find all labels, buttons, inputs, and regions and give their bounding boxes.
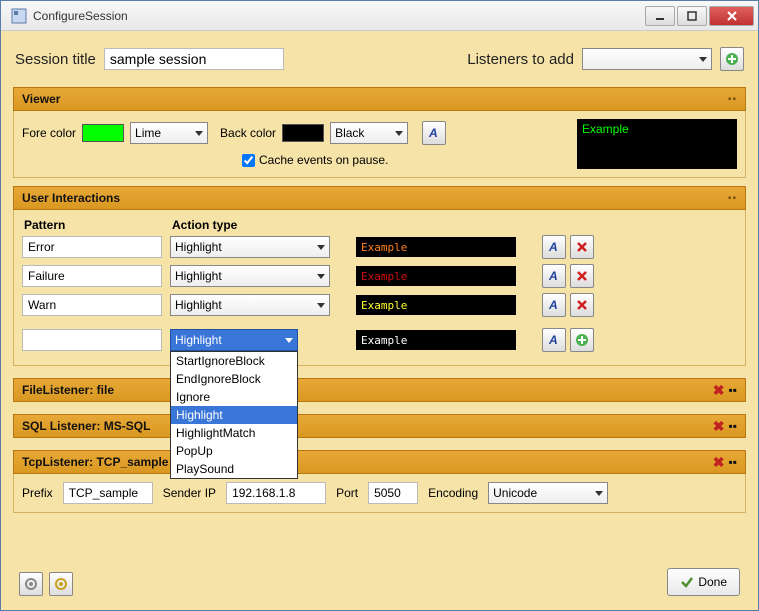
pattern-input[interactable] — [22, 329, 162, 351]
dropdown-option[interactable]: PopUp — [171, 442, 297, 460]
svg-text:A: A — [548, 298, 558, 312]
table-row: Highlight Example A — [22, 264, 737, 288]
column-pattern: Pattern — [24, 218, 164, 232]
delete-button[interactable] — [570, 264, 594, 288]
dropdown-option[interactable]: Highlight — [171, 406, 297, 424]
column-action-type: Action type — [172, 218, 332, 232]
session-title-label: Session title — [15, 51, 96, 68]
dropdown-option[interactable]: Ignore — [171, 388, 297, 406]
delete-listener-icon[interactable]: ✖ — [713, 418, 725, 435]
settings-button-2[interactable] — [49, 572, 73, 596]
svg-text:A: A — [428, 126, 438, 140]
listeners-dropdown[interactable] — [582, 48, 712, 70]
add-listener-button[interactable] — [720, 47, 744, 71]
example-preview: Example — [356, 330, 516, 350]
viewer-preview: Example — [577, 119, 737, 169]
listeners-to-add-label: Listeners to add — [467, 51, 574, 68]
sql-listener-header[interactable]: SQL Listener: MS-SQL ✖▪▪ — [13, 414, 746, 438]
user-interactions-panel: apFiles User Interactions ▪▪ Pattern Act… — [13, 186, 746, 366]
font-button[interactable]: A — [542, 293, 566, 317]
window: ConfigureSession Session title Listeners… — [0, 0, 759, 611]
file-listener-header[interactable]: FileListener: file ✖▪▪ — [13, 378, 746, 402]
cache-events-label: Cache events on pause. — [259, 153, 388, 167]
svg-text:A: A — [548, 269, 558, 283]
font-button[interactable]: A — [542, 264, 566, 288]
bottom-icons — [19, 572, 73, 596]
font-button[interactable]: A — [542, 328, 566, 352]
action-type-dropdown[interactable]: Highlight — [170, 265, 330, 287]
encoding-dropdown[interactable]: Unicode — [488, 482, 608, 504]
done-button[interactable]: Done — [667, 568, 740, 596]
close-button[interactable] — [709, 6, 754, 26]
back-color-label: Back color — [220, 126, 276, 140]
fore-color-swatch — [82, 124, 124, 142]
new-row: Highlight StartIgnoreBlock EndIgnoreBloc… — [22, 328, 737, 352]
pattern-input[interactable] — [22, 265, 162, 287]
titlebar: ConfigureSession — [1, 1, 758, 31]
viewer-panel: Viewer ▪▪ Fore color Lime Back color Bla… — [13, 87, 746, 178]
pattern-input[interactable] — [22, 294, 162, 316]
expand-icon[interactable]: ▪▪ — [728, 383, 737, 397]
dropdown-option[interactable]: EndIgnoreBlock — [171, 370, 297, 388]
window-title: ConfigureSession — [33, 9, 645, 23]
example-preview: Example — [356, 266, 516, 286]
example-preview: Example — [356, 237, 516, 257]
prefix-input[interactable] — [63, 482, 153, 504]
expand-icon[interactable]: ▪▪ — [728, 94, 737, 105]
client-area: Session title Listeners to add Viewer ▪▪… — [1, 31, 758, 610]
top-row: Session title Listeners to add — [13, 43, 746, 79]
cache-events-checkbox[interactable] — [242, 154, 255, 167]
pattern-input[interactable] — [22, 236, 162, 258]
action-type-dropdown[interactable]: Highlight — [170, 236, 330, 258]
session-title-input[interactable] — [104, 48, 284, 70]
fore-color-dropdown[interactable]: Lime — [130, 122, 208, 144]
delete-button[interactable] — [570, 235, 594, 259]
table-row: Highlight Example A — [22, 293, 737, 317]
font-button[interactable]: A — [422, 121, 446, 145]
port-input[interactable] — [368, 482, 418, 504]
delete-listener-icon[interactable]: ✖ — [713, 454, 725, 471]
action-type-dropdown[interactable]: Highlight — [170, 294, 330, 316]
fore-color-label: Fore color — [22, 126, 76, 140]
back-color-swatch — [282, 124, 324, 142]
font-button[interactable]: A — [542, 235, 566, 259]
delete-listener-icon[interactable]: ✖ — [713, 382, 725, 399]
tcp-listener-header[interactable]: TcpListener: TCP_sample ✖▪▪ — [13, 450, 746, 474]
window-controls — [645, 6, 754, 26]
back-color-dropdown[interactable]: Black — [330, 122, 408, 144]
prefix-label: Prefix — [22, 486, 53, 500]
action-type-dropdown-open[interactable]: Highlight — [170, 329, 298, 351]
table-row: Highlight Example A — [22, 235, 737, 259]
check-icon — [680, 575, 694, 589]
action-type-dropdown-list: StartIgnoreBlock EndIgnoreBlock Ignore H… — [170, 351, 298, 479]
port-label: Port — [336, 486, 358, 500]
delete-button[interactable] — [570, 293, 594, 317]
add-button[interactable] — [570, 328, 594, 352]
example-preview: Example — [356, 295, 516, 315]
dropdown-option[interactable]: HighlightMatch — [171, 424, 297, 442]
expand-icon[interactable]: ▪▪ — [728, 455, 737, 469]
senderip-label: Sender IP — [163, 486, 216, 500]
tcp-listener-panel: TcpListener: TCP_sample ✖▪▪ Prefix Sende… — [13, 446, 746, 513]
expand-icon[interactable]: ▪▪ — [728, 193, 737, 204]
user-interactions-header: User Interactions ▪▪ — [13, 186, 746, 210]
encoding-label: Encoding — [428, 486, 478, 500]
svg-text:A: A — [548, 333, 558, 347]
senderip-input[interactable] — [226, 482, 326, 504]
maximize-button[interactable] — [677, 6, 707, 26]
viewer-header: Viewer ▪▪ — [13, 87, 746, 111]
svg-text:A: A — [548, 240, 558, 254]
dropdown-option[interactable]: StartIgnoreBlock — [171, 352, 297, 370]
minimize-button[interactable] — [645, 6, 675, 26]
settings-button-1[interactable] — [19, 572, 43, 596]
expand-icon[interactable]: ▪▪ — [728, 419, 737, 433]
dropdown-option[interactable]: PlaySound — [171, 460, 297, 478]
app-icon — [11, 8, 27, 24]
